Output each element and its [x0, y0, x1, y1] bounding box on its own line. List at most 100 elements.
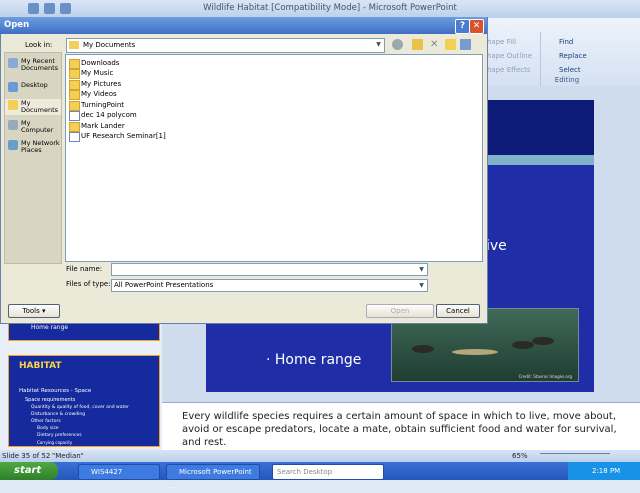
undo-icon[interactable] — [44, 3, 55, 14]
file-name: UF Research Seminar[1] — [81, 132, 166, 140]
goose-shape — [412, 345, 434, 353]
place-label: My Network Places — [21, 139, 60, 154]
slide-thumbnail-habitat[interactable]: HABITAT Habitat Resources - Space Space … — [8, 355, 160, 447]
powerpoint-window-title: Wildlife Habitat [Compatibility Mode] - … — [203, 3, 457, 13]
thumbnail-title: HABITAT — [19, 361, 62, 371]
document-icon — [69, 111, 80, 121]
file-name: My Videos — [81, 90, 117, 98]
shape-outline-button[interactable]: hape Outline — [487, 52, 532, 60]
dialog-title: Open — [4, 20, 30, 30]
folder-icon — [69, 80, 80, 90]
new-folder-icon[interactable] — [445, 39, 456, 50]
look-in-dropdown[interactable]: My Documents ▼ — [66, 38, 385, 53]
zoom-level[interactable]: 65% — [512, 452, 528, 460]
place-label: My Computer — [21, 119, 54, 134]
chevron-down-icon[interactable]: ▼ — [417, 281, 426, 290]
desktop-icon — [8, 82, 18, 92]
slide-bullet-text: Home range — [274, 352, 362, 368]
notes-pane[interactable]: Every wildlife species requires a certai… — [162, 402, 640, 451]
file-name: My Pictures — [81, 80, 122, 88]
file-list[interactable]: Downloads My Music My Pictures My Videos… — [65, 54, 483, 262]
folder-icon — [69, 101, 80, 111]
theme-name: "Median" — [52, 452, 84, 460]
find-button[interactable]: Find — [559, 38, 573, 46]
file-name-label: File name: — [66, 265, 103, 273]
gosling-shape — [452, 349, 498, 355]
place-label: Desktop — [21, 81, 48, 89]
search-placeholder: Search Desktop — [277, 468, 333, 476]
file-name: My Music — [81, 69, 114, 77]
shape-fill-button[interactable]: hape Fill — [487, 38, 516, 46]
start-button[interactable]: start — [0, 462, 58, 480]
editing-group-label: Editing — [554, 76, 580, 84]
photo-credit: Credit: Stavros Images.org — [518, 374, 572, 379]
slide-counter: Slide 35 of 52 — [2, 452, 51, 460]
desktop-search-input[interactable]: Search Desktop — [272, 464, 384, 480]
shape-effects-button[interactable]: hape Effects — [487, 66, 531, 74]
save-icon[interactable] — [28, 3, 39, 14]
recent-documents-icon — [8, 58, 18, 68]
slide-bullet-home-range: · Home range — [266, 352, 362, 368]
my-documents-icon — [8, 100, 18, 110]
goose-shape — [512, 341, 534, 349]
file-name: dec 14 polycom — [81, 111, 137, 119]
thumbnail-line: Dietary preferences — [37, 433, 82, 438]
up-folder-icon[interactable] — [412, 39, 423, 50]
tools-label: Tools — [22, 307, 40, 315]
goose-shape — [532, 337, 554, 345]
folder-icon — [69, 90, 80, 100]
taskbar-item-wis4427[interactable]: WIS4427 — [78, 464, 160, 480]
back-icon[interactable] — [392, 39, 403, 50]
file-type-label: Files of type: — [66, 280, 111, 288]
zoom-slider[interactable] — [540, 453, 610, 459]
file-name: TurningPoint — [81, 101, 125, 109]
taskbar-item-label: WIS4427 — [91, 468, 123, 476]
places-bar: My Recent Documents Desktop My Documents… — [4, 52, 62, 264]
thumbnail-line: Body size — [37, 426, 59, 431]
status-bar: Slide 35 of 52 "Median" 65% — [0, 450, 640, 462]
select-button[interactable]: Select — [559, 66, 581, 74]
folder-icon — [69, 41, 79, 49]
powerpoint-title-bar: Wildlife Habitat [Compatibility Mode] - … — [0, 0, 640, 18]
network-icon — [8, 140, 18, 150]
open-button[interactable]: Open — [366, 304, 434, 318]
chevron-down-icon[interactable]: ▼ — [374, 40, 383, 49]
start-label: start — [14, 465, 42, 476]
replace-button[interactable]: Replace — [559, 52, 587, 60]
file-name: Downloads — [81, 59, 120, 67]
chevron-down-icon[interactable]: ▼ — [417, 265, 426, 274]
file-name-input[interactable]: ▼ — [111, 263, 428, 276]
file-type-value: All PowerPoint Presentations — [114, 281, 214, 289]
computer-icon — [8, 120, 18, 130]
place-label: My Recent Documents — [21, 57, 59, 72]
tools-button[interactable]: Tools ▾ — [8, 304, 60, 318]
folder-icon — [69, 122, 80, 132]
place-my-documents[interactable]: My Documents — [5, 99, 61, 115]
thumbnail-line: Disturbance & crowding — [31, 412, 86, 417]
close-button[interactable]: ✕ — [469, 19, 484, 34]
file-type-select[interactable]: All PowerPoint Presentations ▼ — [111, 279, 428, 292]
file-name: Mark Lander — [81, 122, 125, 130]
thumbnail-line: Habitat Resources - Space — [19, 388, 92, 394]
cancel-button[interactable]: Cancel — [436, 304, 480, 318]
place-label: My Documents — [21, 99, 59, 114]
notes-text: Every wildlife species requires a certai… — [182, 411, 617, 448]
views-icon[interactable] — [460, 39, 471, 50]
help-button[interactable]: ? — [455, 19, 470, 34]
slide-partial-text: ive — [486, 238, 507, 254]
redo-icon[interactable] — [60, 3, 71, 14]
look-in-label: Look in: — [25, 41, 53, 49]
thumbnail-bullet: Home range — [31, 324, 69, 331]
taskbar-item-powerpoint[interactable]: Microsoft PowerPoint .... — [166, 464, 260, 490]
thumbnail-line: Carrying capacity — [37, 440, 73, 445]
folder-icon — [69, 69, 80, 79]
look-in-value: My Documents — [83, 41, 136, 49]
system-tray: 2:18 PM — [568, 462, 640, 480]
folder-icon — [69, 59, 80, 69]
presentation-icon — [69, 132, 80, 142]
open-dialog-title-bar: Open — [0, 17, 487, 34]
delete-icon[interactable]: ✕ — [430, 39, 441, 50]
clock[interactable]: 2:18 PM — [592, 467, 620, 475]
thumbnail-line: Quantity & quality of food, cover and wa… — [31, 405, 129, 410]
thumbnail-line: Other factors — [31, 419, 61, 424]
